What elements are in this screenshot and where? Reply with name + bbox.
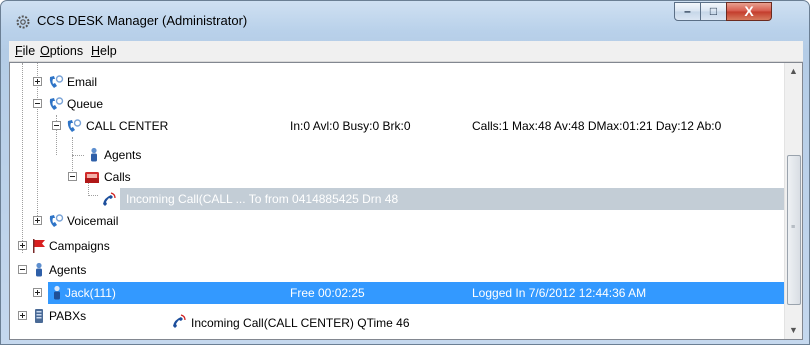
expand-toggle[interactable] (33, 77, 42, 86)
ringing-handset-icon (103, 192, 116, 206)
scroll-down-arrow-icon[interactable]: ▼ (785, 322, 802, 339)
agent-person-icon (36, 262, 42, 277)
agent-person-icon (91, 147, 97, 162)
tree-item-email[interactable]: Email (10, 71, 787, 93)
phone-person-icon (67, 119, 82, 132)
tree-item-label: Voicemail (67, 214, 119, 228)
maximize-button[interactable]: □ (700, 2, 727, 21)
close-button[interactable]: X (726, 2, 772, 21)
vertical-scrollbar[interactable]: ▲ ≡ ▼ (784, 63, 802, 339)
close-icon: X (744, 3, 754, 19)
menu-help[interactable]: Help (91, 44, 117, 58)
tree-item-label: Agents (49, 263, 87, 277)
menu-options-label: ptions (49, 44, 84, 58)
tree-line (88, 195, 98, 196)
queue-stats: In:0 Avl:0 Busy:0 Brk:0 (290, 119, 411, 133)
minimize-button[interactable]: – (674, 2, 701, 21)
tree-item-label: Queue (67, 97, 104, 111)
maximize-icon: □ (709, 4, 718, 18)
agent-status: Free 00:02:25 (290, 286, 365, 300)
grip-icon: ≡ (791, 224, 796, 231)
tree-item-label: PABXs (49, 309, 87, 323)
tree-item-queue-agents[interactable]: Agents (10, 144, 787, 166)
tree-item-voicemail[interactable]: Voicemail (10, 210, 787, 232)
collapse-toggle[interactable] (33, 99, 42, 108)
menu-file[interactable]: File (15, 44, 35, 58)
tree-item-label: Calls (104, 170, 131, 184)
collapse-toggle[interactable] (52, 121, 61, 130)
red-flag-icon (33, 239, 45, 253)
phone-person-icon (49, 97, 64, 110)
tree-view[interactable]: Email Queue CALL CENTER In:0 Avl:0 Busy:… (9, 62, 803, 340)
expand-toggle[interactable] (33, 216, 42, 225)
collapse-toggle[interactable] (68, 172, 77, 181)
tree-item-incoming-call[interactable]: Incoming Call(CALL ... To from 041488542… (120, 188, 787, 210)
collapse-toggle[interactable] (18, 265, 27, 274)
tree-item-calls[interactable]: Calls (10, 166, 787, 188)
tree-item-agents[interactable]: Agents (10, 259, 787, 281)
menu-help-label: elp (100, 44, 117, 58)
gear-icon (16, 15, 30, 29)
tree-item-label: Incoming Call(CALL ... To from 041488542… (126, 192, 399, 206)
menu-options[interactable]: Options (40, 44, 83, 58)
menu-help-accel: H (91, 44, 101, 58)
expand-toggle[interactable] (18, 241, 27, 250)
menu-file-label: ile (22, 44, 36, 58)
tree-item-label: CALL CENTER (86, 119, 169, 133)
agent-name: Jack(111) (65, 286, 116, 300)
menu-bar: File Options Help (9, 41, 803, 62)
server-icon (35, 309, 43, 323)
menu-options-accel: O (40, 44, 50, 58)
title-bar[interactable]: CCS DESK Manager (Administrator) – □ X (1, 1, 809, 41)
scroll-up-arrow-icon[interactable]: ▲ (785, 63, 802, 80)
queued-call-info: Incoming Call(CALL CENTER) QTime 46 (191, 316, 410, 330)
expand-toggle[interactable] (18, 311, 27, 320)
expand-toggle[interactable] (33, 288, 42, 297)
tree-item-label: Email (67, 75, 98, 89)
tree-item-campaigns[interactable]: Campaigns (10, 235, 787, 257)
red-folder-icon (85, 172, 99, 183)
tree-item-call-center[interactable]: CALL CENTER In:0 Avl:0 Busy:0 Brk:0 Call… (10, 115, 787, 137)
scrollbar-thumb[interactable]: ≡ (787, 155, 801, 305)
tree-item-queue[interactable]: Queue (10, 93, 787, 115)
minimize-icon: – (684, 4, 691, 18)
phone-person-icon (49, 75, 64, 88)
window-title: CCS DESK Manager (Administrator) (37, 13, 248, 28)
agent-person-icon (54, 285, 60, 300)
ringing-handset-icon (173, 314, 186, 328)
agent-login-time: Logged In 7/6/2012 12:44:36 AM (472, 286, 647, 300)
phone-person-icon (49, 214, 64, 227)
tree-item-label: Agents (104, 148, 142, 162)
app-window: CCS DESK Manager (Administrator) – □ X F… (0, 0, 810, 345)
menu-file-accel: F (15, 44, 23, 58)
queue-calls-info: Calls:1 Max:48 Av:48 DMax:01:21 Day:12 A… (472, 119, 722, 133)
tree-item-label: Campaigns (49, 239, 110, 253)
tree-item-agent-jack[interactable]: Jack(111) Free 00:02:25 Logged In 7/6/20… (48, 282, 787, 304)
